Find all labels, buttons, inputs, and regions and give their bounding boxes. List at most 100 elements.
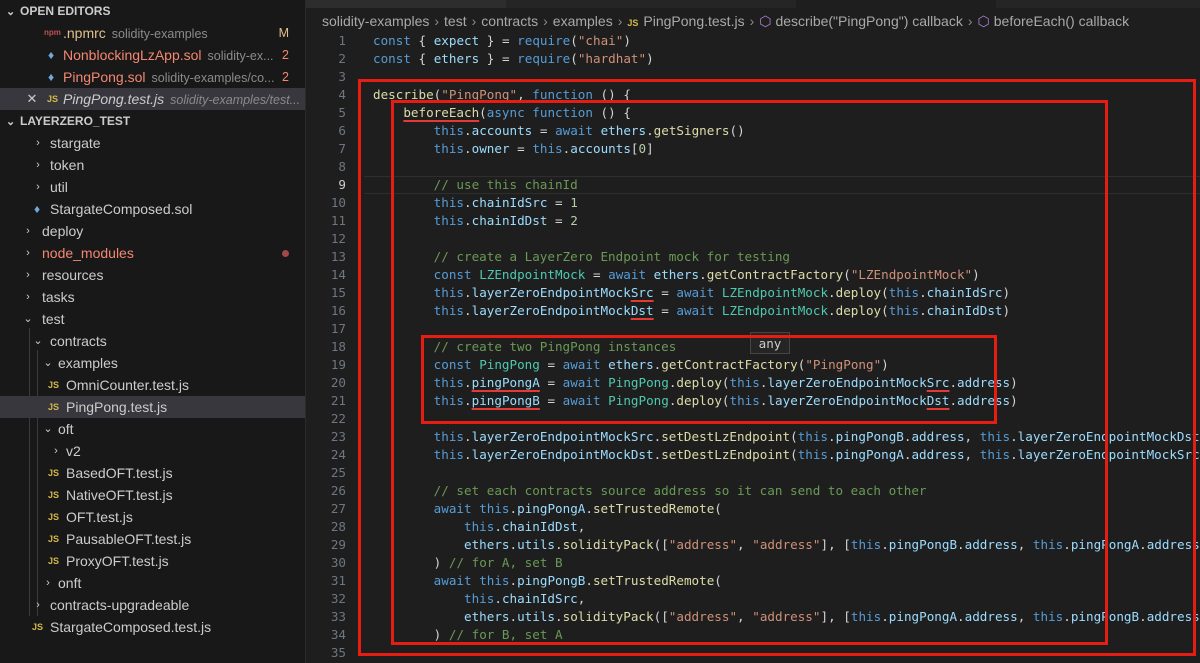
line-code: this.owner = this.accounts[0] [433, 141, 654, 156]
tree-folder[interactable]: ⌄ contracts [0, 330, 305, 352]
solidity-file-icon: ♦ [34, 202, 41, 216]
line-code: const { ethers } = require("hardhat") [373, 51, 654, 66]
code-line[interactable]: 34 ) // for B, set A [306, 626, 1200, 644]
breadcrumb-item[interactable]: examples [553, 13, 613, 29]
code-line[interactable]: 10 this.chainIdSrc = 1 [306, 194, 1200, 212]
code-line[interactable]: 29 ethers.utils.solidityPack(["address",… [306, 536, 1200, 554]
code-line[interactable]: 26 // set each contracts source address … [306, 482, 1200, 500]
tree-file-selected[interactable]: JS PingPong.test.js [0, 396, 305, 418]
tree-file[interactable]: JS BasedOFT.test.js [0, 462, 305, 484]
open-editor-item[interactable]: ♦ NonblockingLzApp.sol solidity-ex... 2 [0, 44, 305, 66]
line-number: 12 [330, 231, 346, 246]
line-code: this.chainIdSrc, [464, 591, 586, 606]
chevron-right-icon: › [26, 291, 30, 303]
code-line[interactable]: 7 this.owner = this.accounts[0] [306, 140, 1200, 158]
tree-folder[interactable]: › node_modules [0, 242, 305, 264]
problem-dot [282, 250, 289, 257]
line-number: 11 [330, 213, 346, 228]
code-line[interactable]: 5 beforeEach(async function () { [306, 104, 1200, 122]
breadcrumb-item[interactable]: solidity-examples [322, 13, 429, 29]
tree-folder[interactable]: › stargate [0, 132, 305, 154]
tree-folder[interactable]: › resources [0, 264, 305, 286]
breadcrumb-item[interactable]: contracts [481, 13, 538, 29]
code-line[interactable]: 25 [306, 464, 1200, 482]
line-code: describe("PingPong", function () { [373, 87, 631, 102]
line-number: 26 [330, 483, 346, 498]
open-editor-item[interactable]: ♦ PingPong.sol solidity-examples/co... 2 [0, 66, 305, 88]
tree-file[interactable]: ♦ StargateComposed.sol [0, 198, 305, 220]
editor-tab-active[interactable] [796, 0, 996, 8]
code-line[interactable]: 20 this.pingPongA = await PingPong.deplo… [306, 374, 1200, 392]
code-line[interactable]: 23 this.layerZeroEndpointMockSrc.setDest… [306, 428, 1200, 446]
code-editor[interactable]: solidity-examples › test › contracts › example… [306, 0, 1200, 663]
breadcrumb-item[interactable]: test [444, 13, 467, 29]
tree-folder[interactable]: › tasks [0, 286, 305, 308]
tree-folder[interactable]: ⌄ test [0, 308, 305, 330]
code-line[interactable]: 35 [306, 644, 1200, 662]
breadcrumb-symbol[interactable]: describe("PingPong") callback [775, 13, 962, 29]
code-line[interactable]: 28 this.chainIdDst, [306, 518, 1200, 536]
breadcrumb-file[interactable]: PingPong.test.js [643, 13, 744, 29]
tree-folder[interactable]: › onft [0, 572, 305, 594]
code-line[interactable]: 6 this.accounts = await ethers.getSigner… [306, 122, 1200, 140]
line-code: // create two PingPong instances [373, 339, 677, 354]
open-editor-item[interactable]: npm .npmrc solidity-examples M [0, 22, 305, 44]
breadcrumb-symbol[interactable]: beforeEach() callback [994, 13, 1129, 29]
open-editor-item-active[interactable]: ✕ JS PingPong.test.js solidity-examples/t… [0, 88, 305, 110]
code-line[interactable]: 14 const LZEndpointMock = await ethers.g… [306, 266, 1200, 284]
code-line[interactable]: 33 ethers.utils.solidityPack(["address",… [306, 608, 1200, 626]
code-line[interactable]: 2 const { ethers } = require("hardhat") [306, 50, 1200, 68]
code-line[interactable]: 15 this.layerZeroEndpointMockSrc = await… [306, 284, 1200, 302]
tree-file[interactable]: JS NativeOFT.test.js [0, 484, 305, 506]
open-editors-header[interactable]: ⌄ OPEN EDITORS [0, 0, 305, 22]
chevron-right-icon: › [36, 599, 40, 611]
tree-file[interactable]: JS OFT.test.js [0, 506, 305, 528]
line-number: 5 [338, 105, 346, 120]
tree-folder[interactable]: ⌄ oft [0, 418, 305, 440]
editor-tab[interactable] [306, 0, 506, 8]
chevron-right-icon: › [26, 269, 30, 281]
close-icon[interactable]: ✕ [26, 88, 38, 110]
code-line[interactable]: 16 this.layerZeroEndpointMockDst = await… [306, 302, 1200, 320]
code-line[interactable]: 19 const PingPong = await ethers.getCont… [306, 356, 1200, 374]
tree-file[interactable]: JS OmniCounter.test.js [0, 374, 305, 396]
tree-folder[interactable]: › v2 [0, 440, 305, 462]
tree-folder[interactable]: ⌄ examples [0, 352, 305, 374]
chevron-down-icon: ⌄ [43, 357, 53, 369]
code-line[interactable]: 31 await this.pingPongB.setTrustedRemote… [306, 572, 1200, 590]
code-line[interactable]: 21 this.pingPongB = await PingPong.deplo… [306, 392, 1200, 410]
type-hover-tooltip: any [750, 332, 790, 354]
code-line[interactable]: 32 this.chainIdSrc, [306, 590, 1200, 608]
tree-folder[interactable]: › util [0, 176, 305, 198]
breadcrumb: solidity-examples › test › contracts › example… [306, 10, 1129, 32]
code-line[interactable]: 12 [306, 230, 1200, 248]
tree-folder[interactable]: › token [0, 154, 305, 176]
tree-file[interactable]: JS ProxyOFT.test.js [0, 550, 305, 572]
line-code: this.chainIdDst, [464, 519, 586, 534]
code-line[interactable]: 3 [306, 68, 1200, 86]
code-line[interactable]: 24 this.layerZeroEndpointMockDst.setDest… [306, 446, 1200, 464]
line-code: await this.pingPongB.setTrustedRemote( [433, 573, 722, 588]
project-header[interactable]: ⌄ LAYERZERO_TEST [0, 110, 305, 132]
tree-file[interactable]: JS StargateComposed.test.js [0, 616, 305, 638]
tree-file[interactable]: JS PausableOFT.test.js [0, 528, 305, 550]
line-code: const PingPong = await ethers.getContrac… [433, 357, 889, 372]
tree-folder[interactable]: › deploy [0, 220, 305, 242]
open-editor-path: solidity-examples/co... [151, 71, 275, 85]
line-code: beforeEach(async function () { [403, 105, 631, 120]
line-number: 4 [338, 87, 346, 102]
code-line[interactable]: 9 // use this chainId [306, 176, 1200, 194]
code-line[interactable]: 27 await this.pingPongA.setTrustedRemote… [306, 500, 1200, 518]
code-line[interactable]: 1 const { expect } = require("chai") [306, 32, 1200, 50]
code-line[interactable]: 11 this.chainIdDst = 2 [306, 212, 1200, 230]
code-line[interactable]: 30 ) // for A, set B [306, 554, 1200, 572]
problem-count-badge: 2 [282, 70, 289, 84]
code-line[interactable]: 8 [306, 158, 1200, 176]
line-code: const { expect } = require("chai") [373, 33, 631, 48]
code-line[interactable]: 13 // create a LayerZero Endpoint mock f… [306, 248, 1200, 266]
code-line[interactable]: 22 [306, 410, 1200, 428]
line-code: ethers.utils.solidityPack(["address", "a… [464, 609, 1200, 624]
chevron-down-icon: ⌄ [6, 116, 16, 128]
code-line[interactable]: 4 describe("PingPong", function () { [306, 86, 1200, 104]
tree-folder[interactable]: › contracts-upgradeable [0, 594, 305, 616]
